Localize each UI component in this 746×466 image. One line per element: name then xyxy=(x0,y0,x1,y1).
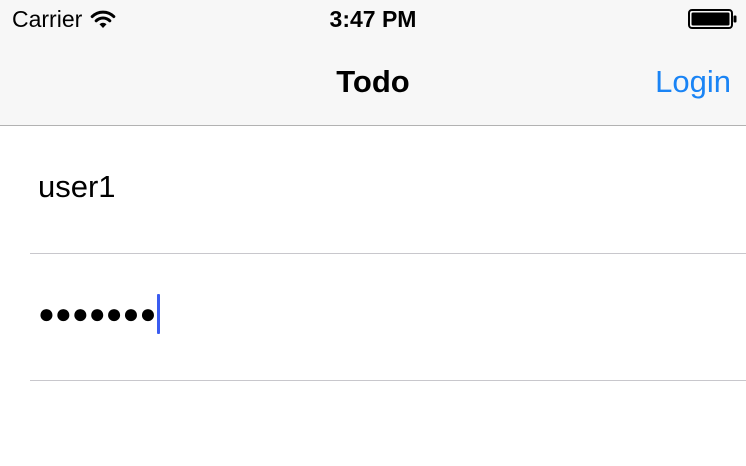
page-title: Todo xyxy=(336,64,410,99)
navigation-bar: Todo Login xyxy=(0,40,746,126)
text-caret xyxy=(157,294,161,334)
status-bar: Carrier 3:47 PM xyxy=(0,0,746,40)
status-time: 3:47 PM xyxy=(329,6,417,32)
password-masked-value: ●●●●●●● xyxy=(38,298,157,329)
login-screen: Carrier 3:47 PM Todo Login user1 ●●●●●●● xyxy=(0,0,746,466)
username-input[interactable]: user1 xyxy=(38,167,116,207)
password-field[interactable]: ●●●●●●● xyxy=(30,254,746,381)
username-value: user1 xyxy=(38,169,116,204)
username-field[interactable]: user1 xyxy=(30,127,746,254)
login-button[interactable]: Login xyxy=(655,62,731,102)
battery-icon xyxy=(688,9,737,29)
password-input[interactable]: ●●●●●●● xyxy=(38,294,161,334)
